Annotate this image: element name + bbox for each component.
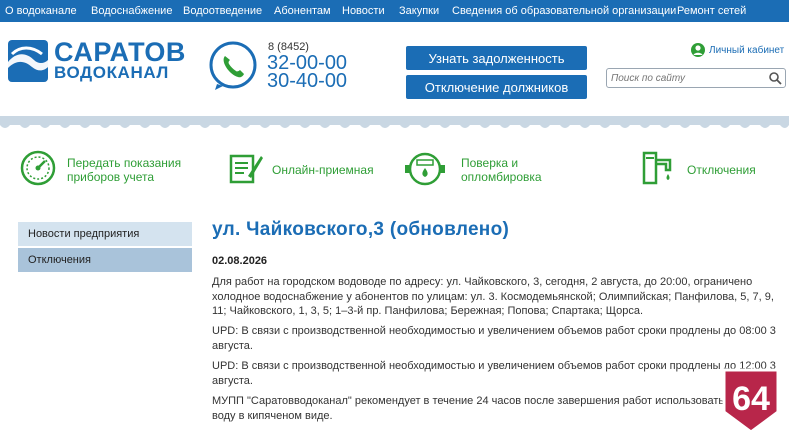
nav-item-about[interactable]: О водоканале — [5, 0, 77, 22]
feature-label-line1: Поверка и — [461, 156, 519, 170]
nav-item-sewerage[interactable]: Водоотведение — [183, 0, 262, 22]
top-navigation: О водоканале Водоснабжение Водоотведение… — [0, 0, 789, 22]
feature-label-line1: Отключения — [687, 163, 756, 177]
nav-item-network-repair[interactable]: Ремонт сетей — [677, 0, 746, 22]
water-meter-icon — [405, 152, 445, 186]
meter-gauge-icon — [20, 150, 56, 186]
faucet-icon — [642, 151, 672, 185]
article-date: 02.08.2026 — [212, 255, 268, 267]
site-logo[interactable]: САРАТОВ ВОДОКАНАЛ — [8, 37, 190, 84]
personal-cabinet-label: Личный кабинет — [709, 45, 785, 56]
region-64-badge: 64 — [722, 368, 780, 434]
feature-label-line2: приборов учета — [67, 170, 155, 184]
wave-logo-icon — [8, 40, 48, 82]
personal-cabinet-link[interactable]: Личный кабинет — [690, 42, 784, 58]
sidebar-item-disconnections[interactable]: Отключения — [18, 248, 192, 272]
nav-item-water-supply[interactable]: Водоснабжение — [91, 0, 172, 22]
phone-icon — [207, 40, 259, 92]
phone-number-2[interactable]: 30-40-00 — [267, 70, 347, 93]
search-input[interactable] — [611, 69, 761, 87]
article-title: ул. Чайковского,3 (обновлено) — [212, 219, 510, 240]
sidebar-item-company-news[interactable]: Новости предприятия — [18, 222, 192, 246]
search-icon[interactable] — [768, 71, 782, 85]
nav-item-education-info[interactable]: Сведения об образовательной организации — [452, 0, 676, 22]
feature-submit-readings[interactable]: Передать показания приборов учета — [20, 150, 182, 190]
wave-divider — [0, 116, 789, 128]
check-debt-button[interactable]: Узнать задолженность — [406, 46, 587, 70]
feature-label-line1: Передать показания — [67, 156, 182, 170]
feature-label-line2: опломбировка — [461, 170, 542, 184]
debtor-disconnection-button[interactable]: Отключение должников — [406, 75, 587, 99]
search-box — [606, 68, 786, 88]
article-paragraph: Для работ на городском водоводе по адрес… — [212, 276, 774, 317]
feature-label-line1: Онлайн-приемная — [272, 163, 374, 177]
nav-item-purchases[interactable]: Закупки — [399, 0, 439, 22]
article-paragraph: МУПП "Саратовводоканал" рекомендует в те… — [212, 395, 776, 422]
badge-text: 64 — [732, 380, 770, 418]
article-paragraph: UPD: В связи с производственной необходи… — [212, 325, 776, 352]
nav-item-news[interactable]: Новости — [342, 0, 385, 22]
logo-text-vodokanal: ВОДОКАНАЛ — [54, 63, 169, 82]
article-paragraph: UPD: В связи с производственной необходи… — [212, 360, 776, 387]
feature-verification-sealing[interactable]: Поверка и опломбировка — [405, 150, 555, 190]
nav-item-subscribers[interactable]: Абонентам — [274, 0, 331, 22]
document-pen-icon — [229, 154, 263, 184]
feature-online-reception[interactable]: Онлайн-приемная — [228, 150, 378, 190]
feature-disconnections[interactable]: Отключения — [640, 150, 770, 190]
user-icon — [691, 43, 705, 57]
